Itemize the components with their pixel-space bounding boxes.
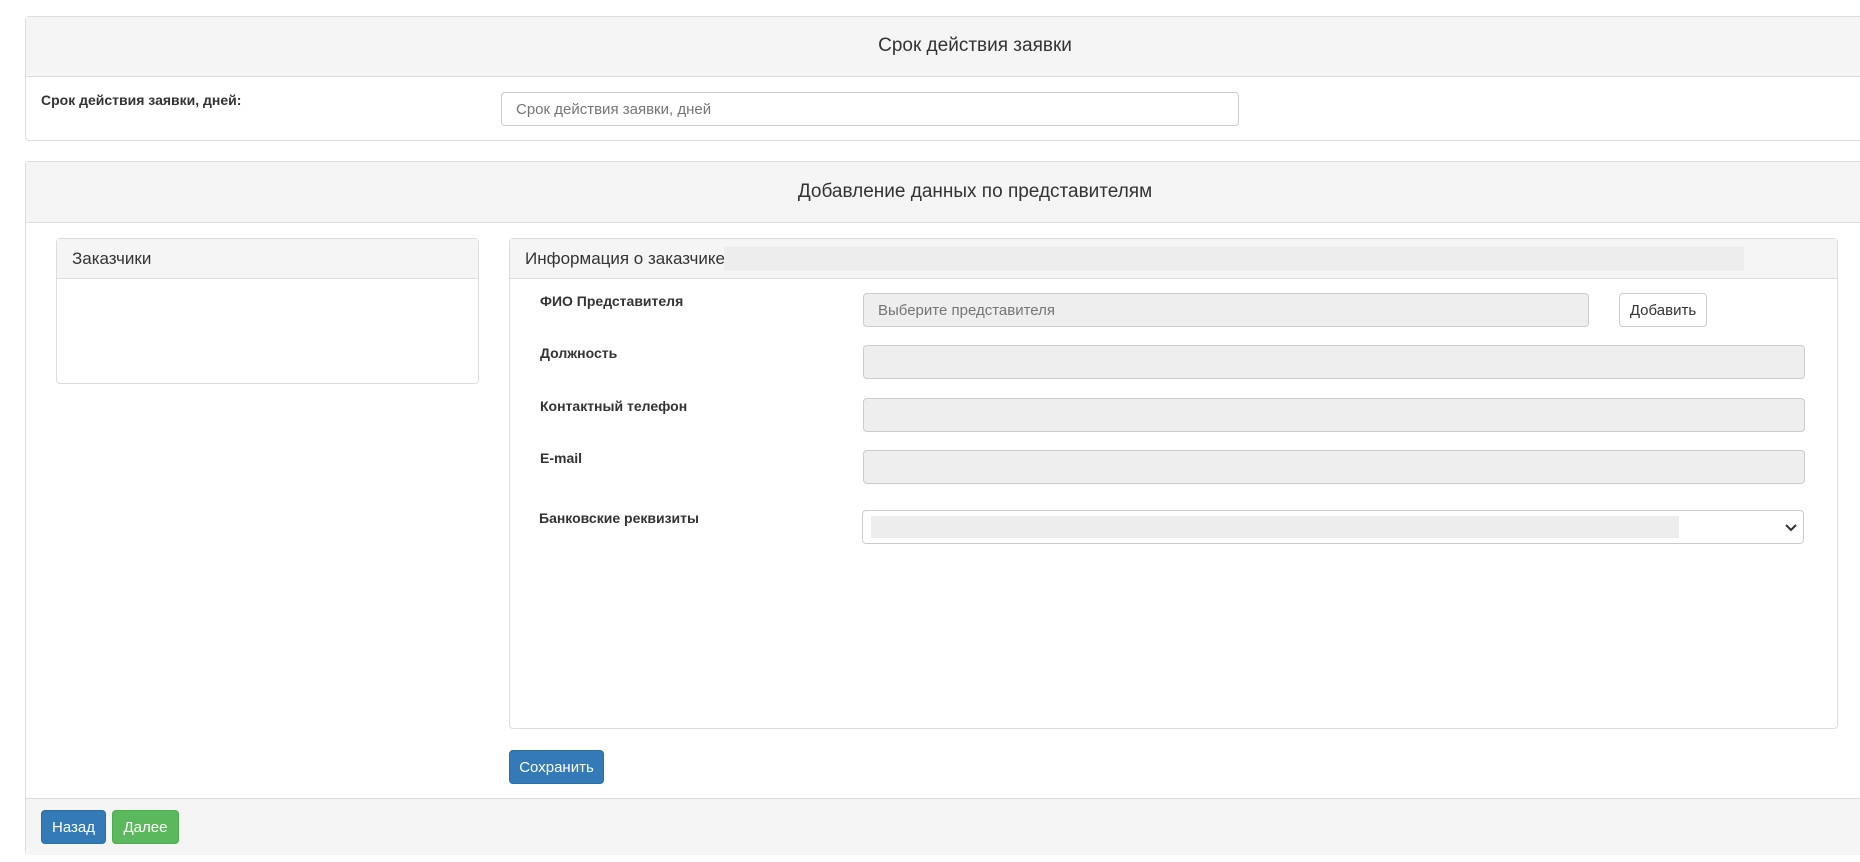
customers-panel-heading: Заказчики [57, 239, 478, 279]
customer-info-panel: Информация о заказчике - ФИО Представите… [509, 238, 1838, 729]
representative-fio-input[interactable] [863, 293, 1589, 327]
customers-panel-title: Заказчики [72, 249, 152, 268]
next-button[interactable]: Далее [112, 810, 179, 844]
validity-panel-heading: Срок действия заявки [26, 17, 1860, 77]
email-label: E-mail [540, 450, 583, 466]
customers-panel: Заказчики [56, 238, 479, 384]
validity-days-input[interactable] [501, 92, 1239, 126]
add-representative-button[interactable]: Добавить [1619, 293, 1707, 327]
fio-label: ФИО Представителя [540, 293, 684, 309]
phone-input[interactable] [863, 398, 1805, 432]
bank-details-select[interactable] [862, 510, 1804, 544]
position-input[interactable] [863, 345, 1805, 379]
phone-label: Контактный телефон [540, 398, 688, 414]
representatives-panel: Добавление данных по представителям Зака… [25, 161, 1860, 855]
representatives-panel-heading: Добавление данных по представителям [26, 162, 1860, 223]
validity-days-label: Срок действия заявки, дней: [41, 92, 242, 108]
customer-info-title: Информация о заказчике - [525, 249, 736, 268]
validity-heading-text: Срок действия заявки [878, 35, 1072, 56]
save-button[interactable]: Сохранить [509, 750, 604, 784]
customer-info-panel-heading: Информация о заказчике - [510, 239, 1837, 279]
validity-panel: Срок действия заявки Срок действия заявк… [25, 16, 1860, 141]
bank-details-value-redacted [871, 516, 1679, 538]
panel-footer: Назад Далее [26, 798, 1860, 855]
representatives-heading-text: Добавление данных по представителям [797, 181, 1153, 202]
email-input[interactable] [863, 450, 1805, 484]
position-label: Должность [540, 345, 618, 361]
bank-details-label: Банковские реквизиты [539, 510, 699, 526]
back-button[interactable]: Назад [41, 810, 106, 844]
customer-name-redacted [724, 247, 1744, 271]
chevron-down-icon [1785, 524, 1797, 532]
customers-list [57, 279, 478, 383]
